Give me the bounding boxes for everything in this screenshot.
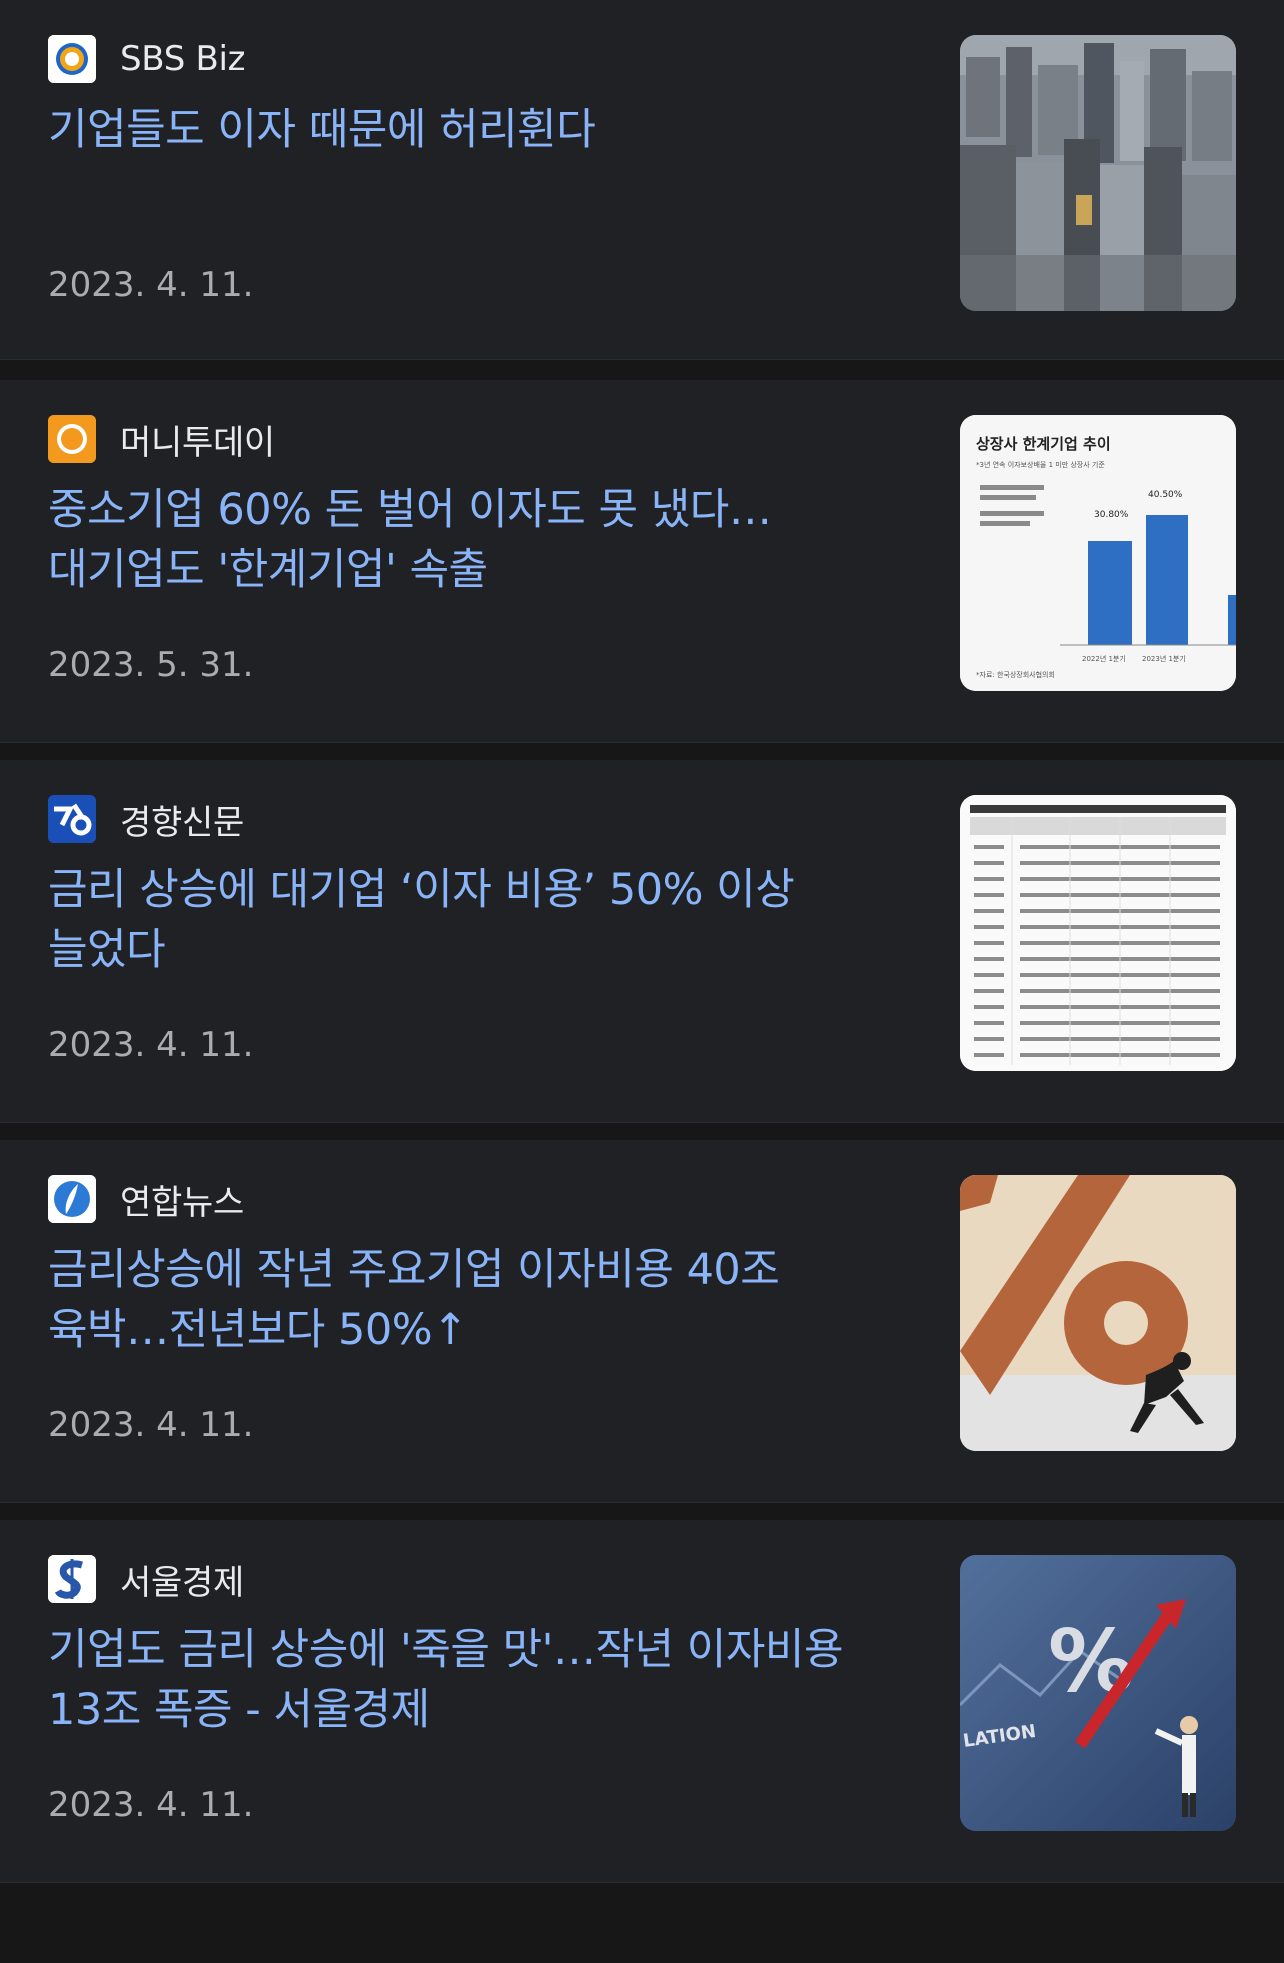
article-thumbnail[interactable]: 상장사 한계기업 추이 *3년 연속 이자보상배율 1 미만 상장사 기준 30… [960, 415, 1236, 691]
source-name: 경향신문 [120, 802, 244, 843]
news-source: SBS Biz [48, 35, 246, 83]
chart-title: 상장사 한계기업 추이 [976, 435, 1111, 453]
article-date: 2023. 4. 11. [48, 1405, 254, 1445]
article-thumbnail[interactable] [960, 795, 1236, 1071]
news-source: 서울경제 [48, 1555, 244, 1603]
percent-sign-icon: % [1048, 1612, 1134, 1712]
moneytoday-logo-icon [48, 415, 96, 463]
khan-logo-icon [48, 795, 96, 843]
source-name: 연합뉴스 [120, 1182, 244, 1223]
source-name: 서울경제 [120, 1562, 244, 1603]
sedaily-logo-icon [48, 1555, 96, 1603]
article-headline[interactable]: 기업들도 이자 때문에 허리휜다 [48, 100, 908, 160]
chart-source: *자료: 한국상장회사협의회 [976, 670, 1055, 679]
yonhap-logo-icon [48, 1175, 96, 1223]
news-card[interactable]: 경향신문 금리 상승에 대기업 ‘이자 비용’ 50% 이상 늘었다 2023.… [0, 760, 1284, 1123]
source-name: SBS Biz [120, 39, 246, 79]
chart-subtitle: *3년 연속 이자보상배율 1 미만 상장사 기준 [976, 460, 1105, 469]
article-headline[interactable]: 중소기업 60% 돈 벌어 이자도 못 냈다…대기업도 '한계기업' 속출 [48, 480, 908, 600]
source-name: 머니투데이 [120, 422, 275, 463]
news-source: 경향신문 [48, 795, 244, 843]
article-date: 2023. 5. 31. [48, 645, 254, 685]
news-card[interactable]: 서울경제 기업도 금리 상승에 '죽을 맛'…작년 이자비용 13조 폭증 - … [0, 1520, 1284, 1883]
news-source: 연합뉴스 [48, 1175, 244, 1223]
article-headline[interactable]: 금리 상승에 대기업 ‘이자 비용’ 50% 이상 늘었다 [48, 860, 908, 980]
article-date: 2023. 4. 11. [48, 1025, 254, 1065]
article-headline[interactable]: 기업도 금리 상승에 '죽을 맛'…작년 이자비용 13조 폭증 - 서울경제 [48, 1620, 908, 1740]
sbs-biz-logo-icon [48, 35, 96, 83]
chart-x-label: 2022년 1분기 [1082, 654, 1126, 663]
article-thumbnail[interactable] [960, 1175, 1236, 1451]
chart-label: 40.50% [1148, 490, 1183, 500]
news-source: 머니투데이 [48, 415, 275, 463]
chart-label: 30.80% [1094, 510, 1129, 520]
article-date: 2023. 4. 11. [48, 265, 254, 305]
news-card[interactable]: SBS Biz 기업들도 이자 때문에 허리휜다 2023. 4. 11. [0, 0, 1284, 360]
article-date: 2023. 4. 11. [48, 1785, 254, 1825]
news-card[interactable]: 연합뉴스 금리상승에 작년 주요기업 이자비용 40조 육박…전년보다 50%↑… [0, 1140, 1284, 1503]
article-headline[interactable]: 금리상승에 작년 주요기업 이자비용 40조 육박…전년보다 50%↑ [48, 1240, 908, 1360]
article-thumbnail[interactable]: % LATION [960, 1555, 1236, 1831]
news-card[interactable]: 머니투데이 중소기업 60% 돈 벌어 이자도 못 냈다…대기업도 '한계기업'… [0, 380, 1284, 743]
chart-x-label: 2023년 1분기 [1142, 654, 1186, 663]
article-thumbnail[interactable] [960, 35, 1236, 311]
news-feed: SBS Biz 기업들도 이자 때문에 허리휜다 2023. 4. 11. 머니… [0, 0, 1284, 1883]
